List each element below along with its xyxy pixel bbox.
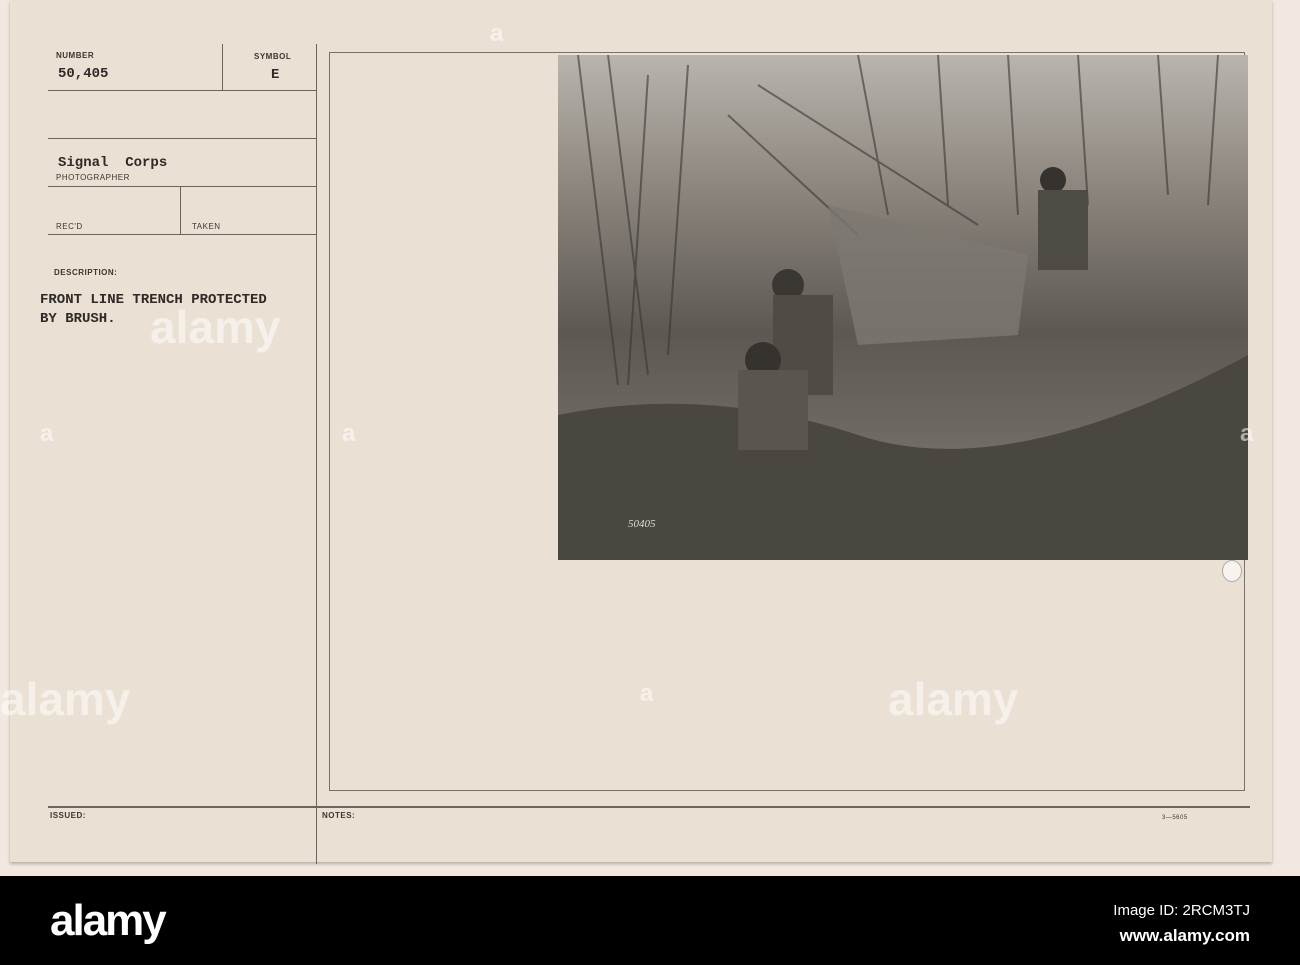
divider	[48, 138, 316, 139]
soldier	[738, 370, 808, 450]
footer-bar: alamy Image ID: 2RCM3TJ www.alamy.com	[0, 876, 1300, 965]
divider	[222, 44, 223, 90]
watermark: alamy	[150, 301, 281, 353]
photographer-value: Signal Corps	[58, 155, 168, 171]
issued-label: ISSUED:	[50, 811, 86, 820]
divider	[48, 806, 1250, 808]
site-link[interactable]: www.alamy.com	[1120, 926, 1250, 946]
description-label: DESCRIPTION:	[54, 268, 118, 277]
divider	[48, 234, 316, 235]
form-code: 3—5605	[1162, 815, 1188, 821]
soldier	[1038, 190, 1088, 270]
divider	[316, 44, 317, 864]
taken-label: TAKEN	[192, 222, 221, 231]
watermark: a	[1240, 420, 1254, 447]
number-value: 50,405	[58, 66, 109, 82]
photographer-label: PHOTOGRAPHER	[56, 173, 130, 182]
divider	[180, 186, 181, 234]
watermark: a	[640, 680, 654, 707]
trench-photograph: 50405	[558, 55, 1248, 560]
watermark: alamy	[888, 673, 1019, 725]
photo-scene: 50405	[558, 55, 1248, 560]
soldier-helmet	[1040, 167, 1066, 193]
tarp	[828, 205, 1028, 345]
watermark: a	[342, 420, 356, 447]
negative-number: 50405	[628, 518, 656, 530]
dirt	[558, 355, 1248, 560]
recd-label: REC'D	[56, 222, 83, 231]
symbol-value: E	[271, 67, 280, 83]
image-id: Image ID: 2RCM3TJ	[1113, 902, 1250, 919]
description-line-2: BY BRUSH.	[40, 311, 116, 327]
watermark: a	[490, 20, 504, 47]
punch-hole	[1222, 560, 1242, 582]
notes-label: NOTES:	[322, 811, 356, 820]
divider	[48, 90, 316, 91]
number-label: NUMBER	[56, 51, 95, 60]
watermark: alamy	[0, 673, 131, 725]
symbol-label: SYMBOL	[254, 52, 292, 61]
alamy-logo: alamy	[50, 896, 167, 945]
watermark: a	[40, 420, 54, 447]
divider	[48, 186, 316, 187]
